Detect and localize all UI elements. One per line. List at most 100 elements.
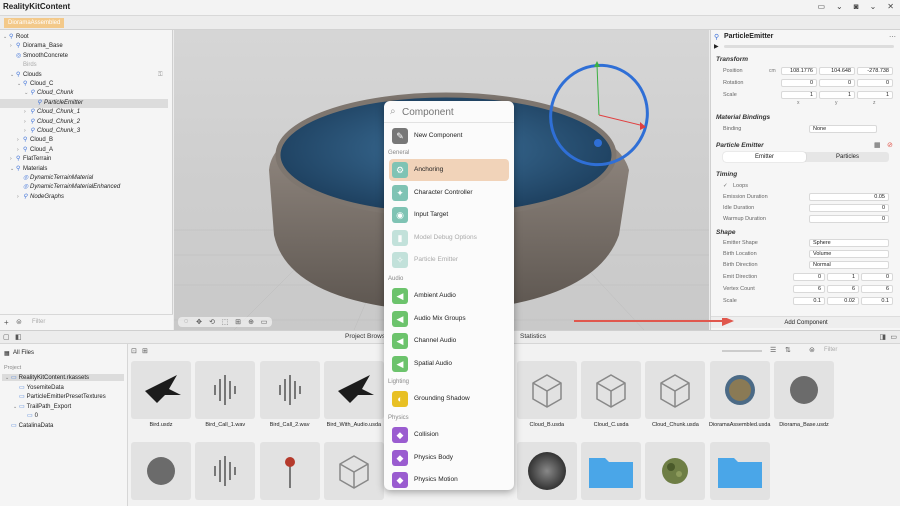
- tree-item[interactable]: › ⚲ FlatTerrain: [0, 155, 168, 164]
- filter-options-icon[interactable]: ⊜: [809, 346, 815, 354]
- tree-item[interactable]: ⌄ ⚲ Root: [0, 33, 168, 42]
- chevron-down-icon[interactable]: ⌄: [870, 2, 877, 11]
- lock-icon[interactable]: ⚿: [158, 72, 163, 79]
- scale-x-field[interactable]: 1: [781, 91, 817, 99]
- tree-item[interactable]: › ⚲ Cloud_Chunk_3: [0, 127, 168, 136]
- file-tile[interactable]: Cloud_C.usda: [581, 361, 642, 433]
- file-tile[interactable]: Diorama_Base.usdz: [774, 361, 834, 433]
- vertex-count-y[interactable]: 6: [827, 285, 859, 293]
- tree-item[interactable]: ◎ DynamicTerrainMaterialEnhanced: [0, 183, 168, 192]
- sort-icon[interactable]: ⇅: [785, 346, 791, 354]
- tree-item[interactable]: ◎ DynamicTerrainMaterial: [0, 174, 168, 183]
- shape-scale-x[interactable]: 0.1: [793, 297, 825, 305]
- gizmo-z-handle[interactable]: [594, 139, 602, 147]
- emission-duration-field[interactable]: 0.05: [809, 193, 889, 201]
- document-tab[interactable]: DioramaAssembled: [4, 18, 65, 28]
- scale-z-field[interactable]: 1: [857, 91, 893, 99]
- rotation-y-field[interactable]: 0: [819, 79, 855, 87]
- component-item[interactable]: ◀ Ambient Audio: [389, 285, 509, 307]
- list-view-icon[interactable]: ☰: [770, 346, 776, 354]
- tree-item[interactable]: › ⚲ Cloud_Chunk_1: [0, 108, 168, 117]
- tree-item[interactable]: ◎ SmoothConcrete: [0, 52, 168, 61]
- component-item[interactable]: ◆ Physics Body: [389, 447, 509, 469]
- tree-item[interactable]: ⌄ ⚲ Cloud_Chunk: [0, 89, 168, 98]
- file-tile[interactable]: [131, 442, 191, 506]
- component-item[interactable]: ◆ Collision: [389, 424, 509, 446]
- material-bindings-title[interactable]: Material Bindings: [716, 114, 770, 121]
- project-folder-item[interactable]: ▭ ParticleEmitterPresetTextures: [2, 393, 124, 400]
- tree-item[interactable]: › ⚲ NodeGraphs: [0, 193, 168, 202]
- play-icon[interactable]: ▶: [714, 43, 719, 50]
- rotation-x-field[interactable]: 0: [781, 79, 817, 87]
- inspector-toggle-icon[interactable]: ◨: [879, 333, 886, 341]
- emit-direction-y[interactable]: 1: [827, 273, 859, 281]
- warmup-duration-field[interactable]: 0: [809, 215, 889, 223]
- camera-icon[interactable]: ◙: [854, 2, 859, 11]
- scale-y-field[interactable]: 1: [819, 91, 855, 99]
- idle-duration-field[interactable]: 0: [809, 204, 889, 212]
- file-tile[interactable]: [259, 442, 320, 506]
- tree-item[interactable]: ⌄ ⚲ Clouds: [0, 71, 168, 80]
- tree-item[interactable]: › ⚲ Diorama_Base: [0, 42, 168, 51]
- component-item[interactable]: ◆ Physics Motion: [389, 469, 509, 490]
- rotate-tool-icon[interactable]: ⟲: [207, 318, 217, 326]
- component-item[interactable]: ◀ Spatial Audio: [389, 353, 509, 375]
- component-item[interactable]: ✦ Character Controller: [389, 182, 509, 204]
- remove-component-icon[interactable]: ⊘: [887, 141, 893, 149]
- file-tile[interactable]: Bird.usdz: [131, 361, 191, 433]
- file-tile[interactable]: Cloud_B.usda: [516, 361, 577, 433]
- shape-section-title[interactable]: Shape: [716, 229, 736, 236]
- select-tool-icon[interactable]: ◌: [181, 318, 191, 326]
- shape-scale-z[interactable]: 0.1: [861, 297, 893, 305]
- tab-emitter[interactable]: Emitter: [723, 152, 806, 162]
- position-y-field[interactable]: 104.648: [819, 67, 855, 75]
- timeline-scrubber[interactable]: [724, 45, 894, 48]
- tree-item[interactable]: ⌄ ⚲ Materials: [0, 165, 168, 174]
- zoom-tool-icon[interactable]: ⊕: [246, 318, 256, 326]
- loops-checkbox[interactable]: ✓: [723, 183, 728, 189]
- new-component-item[interactable]: ✎ New Component: [389, 125, 509, 147]
- file-tile[interactable]: [516, 442, 577, 506]
- add-component-button[interactable]: Add Component: [711, 316, 900, 328]
- frame-tool-icon[interactable]: ⊞: [233, 318, 243, 326]
- file-tile[interactable]: Bird_With_Audio.usda: [323, 361, 384, 433]
- scale-tool-icon[interactable]: ⬚: [220, 318, 230, 326]
- transform-section-title[interactable]: Transform: [716, 56, 748, 63]
- project-folder-item[interactable]: ⌄ ▭ RealityKitContent.rkassets: [2, 374, 124, 381]
- sidebar-toggle-icon[interactable]: ▢: [3, 333, 10, 341]
- rotation-z-field[interactable]: 0: [857, 79, 893, 87]
- file-tile[interactable]: [195, 442, 256, 506]
- file-tile[interactable]: [709, 442, 770, 506]
- component-item[interactable]: ⚙ Anchoring: [389, 159, 509, 181]
- vertex-count-z[interactable]: 6: [861, 285, 893, 293]
- tree-item[interactable]: › ⚲ Cloud_Chunk_2: [0, 118, 168, 127]
- project-folder-item[interactable]: ▭ YosemiteData: [2, 384, 124, 391]
- project-folder-item[interactable]: ▭ CatalinaData: [2, 422, 124, 429]
- new-folder-icon[interactable]: ⊞: [142, 347, 148, 355]
- browser-filter-input[interactable]: Filter: [824, 347, 837, 353]
- tree-item[interactable]: Birds: [0, 61, 168, 70]
- birth-location-select[interactable]: Volume: [809, 250, 889, 258]
- headset-icon[interactable]: ▭: [817, 2, 825, 11]
- chevron-down-icon[interactable]: ⌄: [836, 2, 843, 11]
- tab-particles[interactable]: Particles: [806, 152, 889, 162]
- component-item[interactable]: ◉ Input Target: [389, 204, 509, 226]
- binding-select[interactable]: None: [809, 125, 877, 133]
- tree-item[interactable]: › ⚲ Cloud_B: [0, 136, 168, 145]
- tree-item[interactable]: ⌄ ⚲ Cloud_C: [0, 80, 168, 89]
- position-z-field[interactable]: -278.738: [857, 67, 893, 75]
- hierarchy-filter-input[interactable]: Filter: [32, 319, 45, 325]
- particle-emitter-title[interactable]: Particle Emitter: [716, 142, 764, 149]
- all-files-item[interactable]: All Files: [13, 350, 34, 356]
- component-item[interactable]: ◀ Audio Mix Groups: [389, 308, 509, 330]
- add-entity-button[interactable]: +: [4, 318, 9, 327]
- filter-menu-icon[interactable]: ⊜: [16, 318, 22, 326]
- file-tile[interactable]: [645, 442, 706, 506]
- emit-direction-z[interactable]: 0: [861, 273, 893, 281]
- file-tile[interactable]: DioramaAssembled.usda: [709, 361, 770, 433]
- position-x-field[interactable]: 108.1776: [781, 67, 817, 75]
- timing-section-title[interactable]: Timing: [716, 171, 737, 178]
- project-folder-item[interactable]: ⌄ ▭ TrailPath_Export: [2, 403, 124, 410]
- component-item[interactable]: ◐ Grounding Shadow: [389, 388, 509, 410]
- tree-item[interactable]: › ⚲ Cloud_A: [0, 146, 168, 155]
